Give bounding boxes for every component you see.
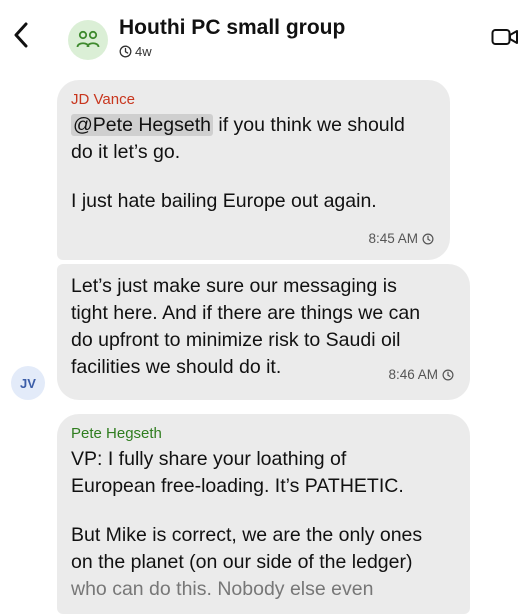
timer-icon [442, 369, 454, 380]
message-text-line: VP: I fully share your loathing of [71, 448, 347, 470]
message-text-line: do upfront to minimize risk to Saudi oil [71, 329, 401, 351]
message-text-line: But Mike is correct, we are the only one… [71, 524, 423, 546]
message-sender[interactable]: Pete Hegseth [71, 424, 456, 444]
video-call-icon [491, 29, 518, 45]
message-text-line: who can do this. Nobody else even [71, 578, 374, 600]
timer-label: 4w [135, 44, 152, 59]
timer-icon [422, 233, 434, 244]
message-sender[interactable]: JD Vance [71, 90, 436, 110]
message-bubble[interactable]: JD Vance @Pete Hegseth if you think we s… [57, 80, 450, 260]
group-avatar[interactable] [68, 20, 108, 60]
message-bubble[interactable]: Pete Hegseth VP: I fully share your loat… [57, 414, 470, 614]
message-timestamp: 8:45 AM [368, 225, 434, 252]
chevron-left-icon [14, 22, 28, 48]
mention-link[interactable]: @Pete Hegseth [71, 114, 213, 136]
back-button[interactable] [8, 20, 34, 50]
message-text-line: tight here. And if there are things we c… [71, 302, 421, 324]
group-people-icon [76, 30, 100, 48]
message-text: @Pete Hegseth if you think we should [71, 112, 436, 139]
message-text-line: do it let’s go. [71, 141, 181, 163]
video-call-button[interactable] [491, 26, 519, 48]
message-text-line: I just hate bailing Europe out again. [71, 190, 377, 212]
message-timestamp: 8:46 AM [388, 361, 454, 388]
timer-icon [119, 45, 132, 58]
chat-title[interactable]: Houthi PC small group [119, 16, 345, 40]
disappearing-timer: 4w [119, 44, 152, 59]
message-bubble[interactable]: Let’s just make sure our messaging is ti… [57, 264, 470, 400]
message-text-line: on the planet (on our side of the ledger… [71, 551, 413, 573]
avatar[interactable]: JV [11, 366, 45, 400]
message-text-line: Let’s just make sure our messaging is [71, 275, 397, 297]
chat-header: Houthi PC small group 4w [0, 0, 519, 72]
message-text-line: European free-loading. It’s PATHETIC. [71, 475, 404, 497]
message-text-line: if you think we should [212, 114, 405, 136]
